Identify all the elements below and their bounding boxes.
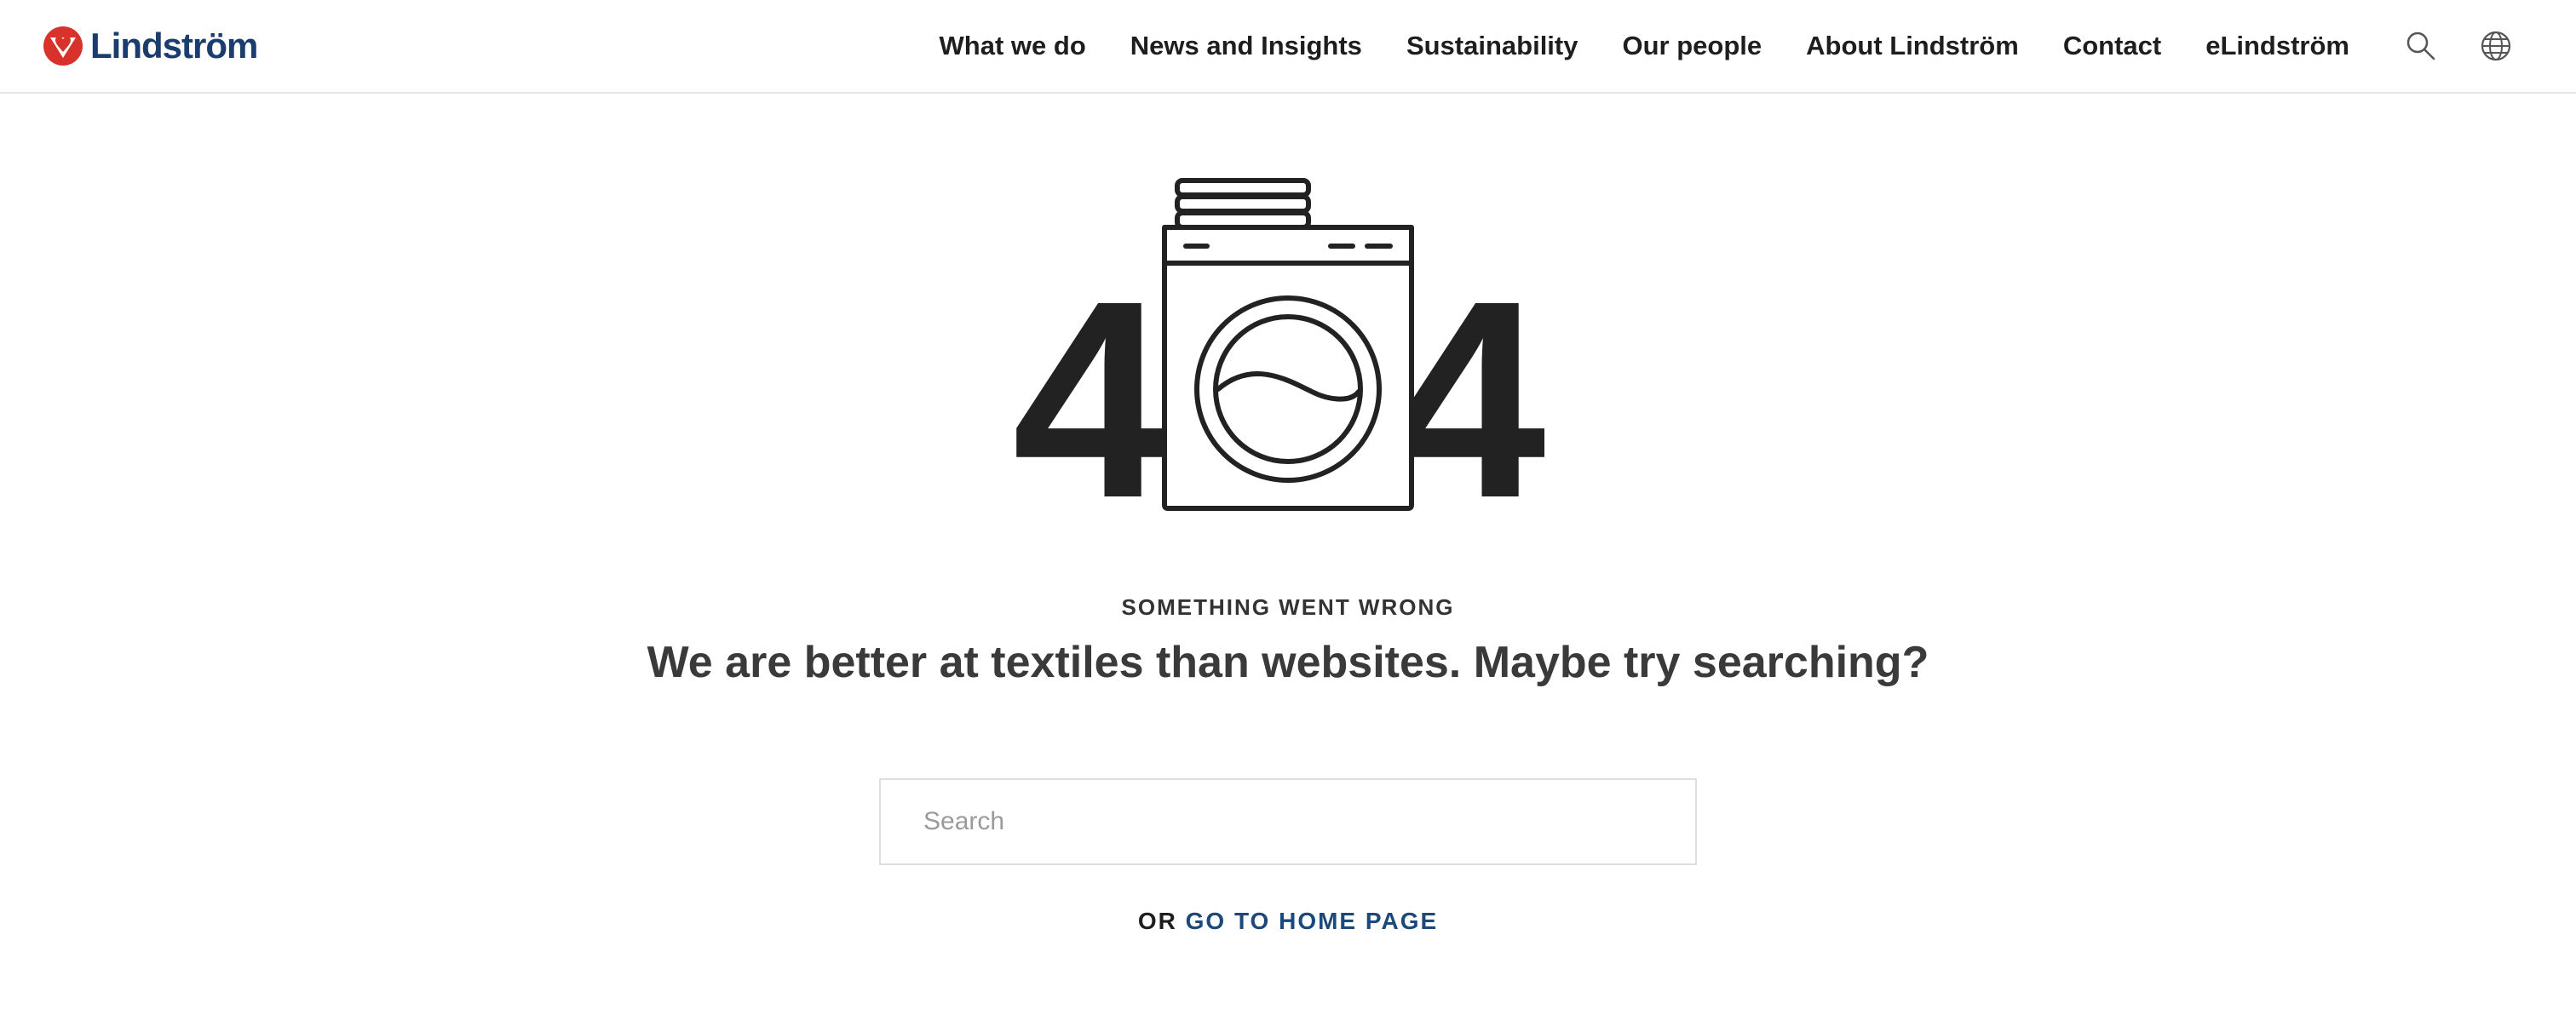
- home-link-line: OR GO TO HOME PAGE: [0, 908, 2576, 935]
- search-box: [879, 778, 1697, 865]
- error-404-illustration: 4 4: [1005, 175, 1567, 515]
- header-icon-group: [2404, 29, 2513, 63]
- lindstrom-heart-logo-icon: [43, 26, 83, 66]
- logo-wordmark: Lindström: [90, 26, 258, 66]
- nav-item-elindstrom[interactable]: eLindström: [2205, 31, 2349, 61]
- search-input[interactable]: [881, 780, 1695, 863]
- error-digit-left: 4: [1012, 242, 1170, 515]
- nav-item-news-and-insights[interactable]: News and Insights: [1130, 31, 1362, 61]
- search-icon[interactable]: [2404, 29, 2438, 63]
- go-to-home-link[interactable]: GO TO HOME PAGE: [1186, 908, 1439, 934]
- nav-item-sustainability[interactable]: Sustainability: [1406, 31, 1578, 61]
- nav-item-our-people[interactable]: Our people: [1622, 31, 1762, 61]
- washing-machine-icon: [1162, 178, 1414, 511]
- main-nav: What we do News and Insights Sustainabil…: [940, 0, 2576, 92]
- globe-icon[interactable]: [2479, 29, 2513, 63]
- site-header: Lindström What we do News and Insights S…: [0, 0, 2576, 94]
- nav-item-contact[interactable]: Contact: [2063, 31, 2161, 61]
- nav-item-about[interactable]: About Lindström: [1806, 31, 2019, 61]
- error-eyebrow: SOMETHING WENT WRONG: [1121, 594, 1455, 620]
- site-logo[interactable]: Lindström: [43, 22, 258, 70]
- nav-item-what-we-do[interactable]: What we do: [940, 31, 1086, 61]
- page-title: We are better at textiles than websites.…: [647, 638, 1929, 687]
- error-404-graphic: 4 4: [1012, 178, 1548, 515]
- home-link-prefix: OR: [1137, 908, 1177, 934]
